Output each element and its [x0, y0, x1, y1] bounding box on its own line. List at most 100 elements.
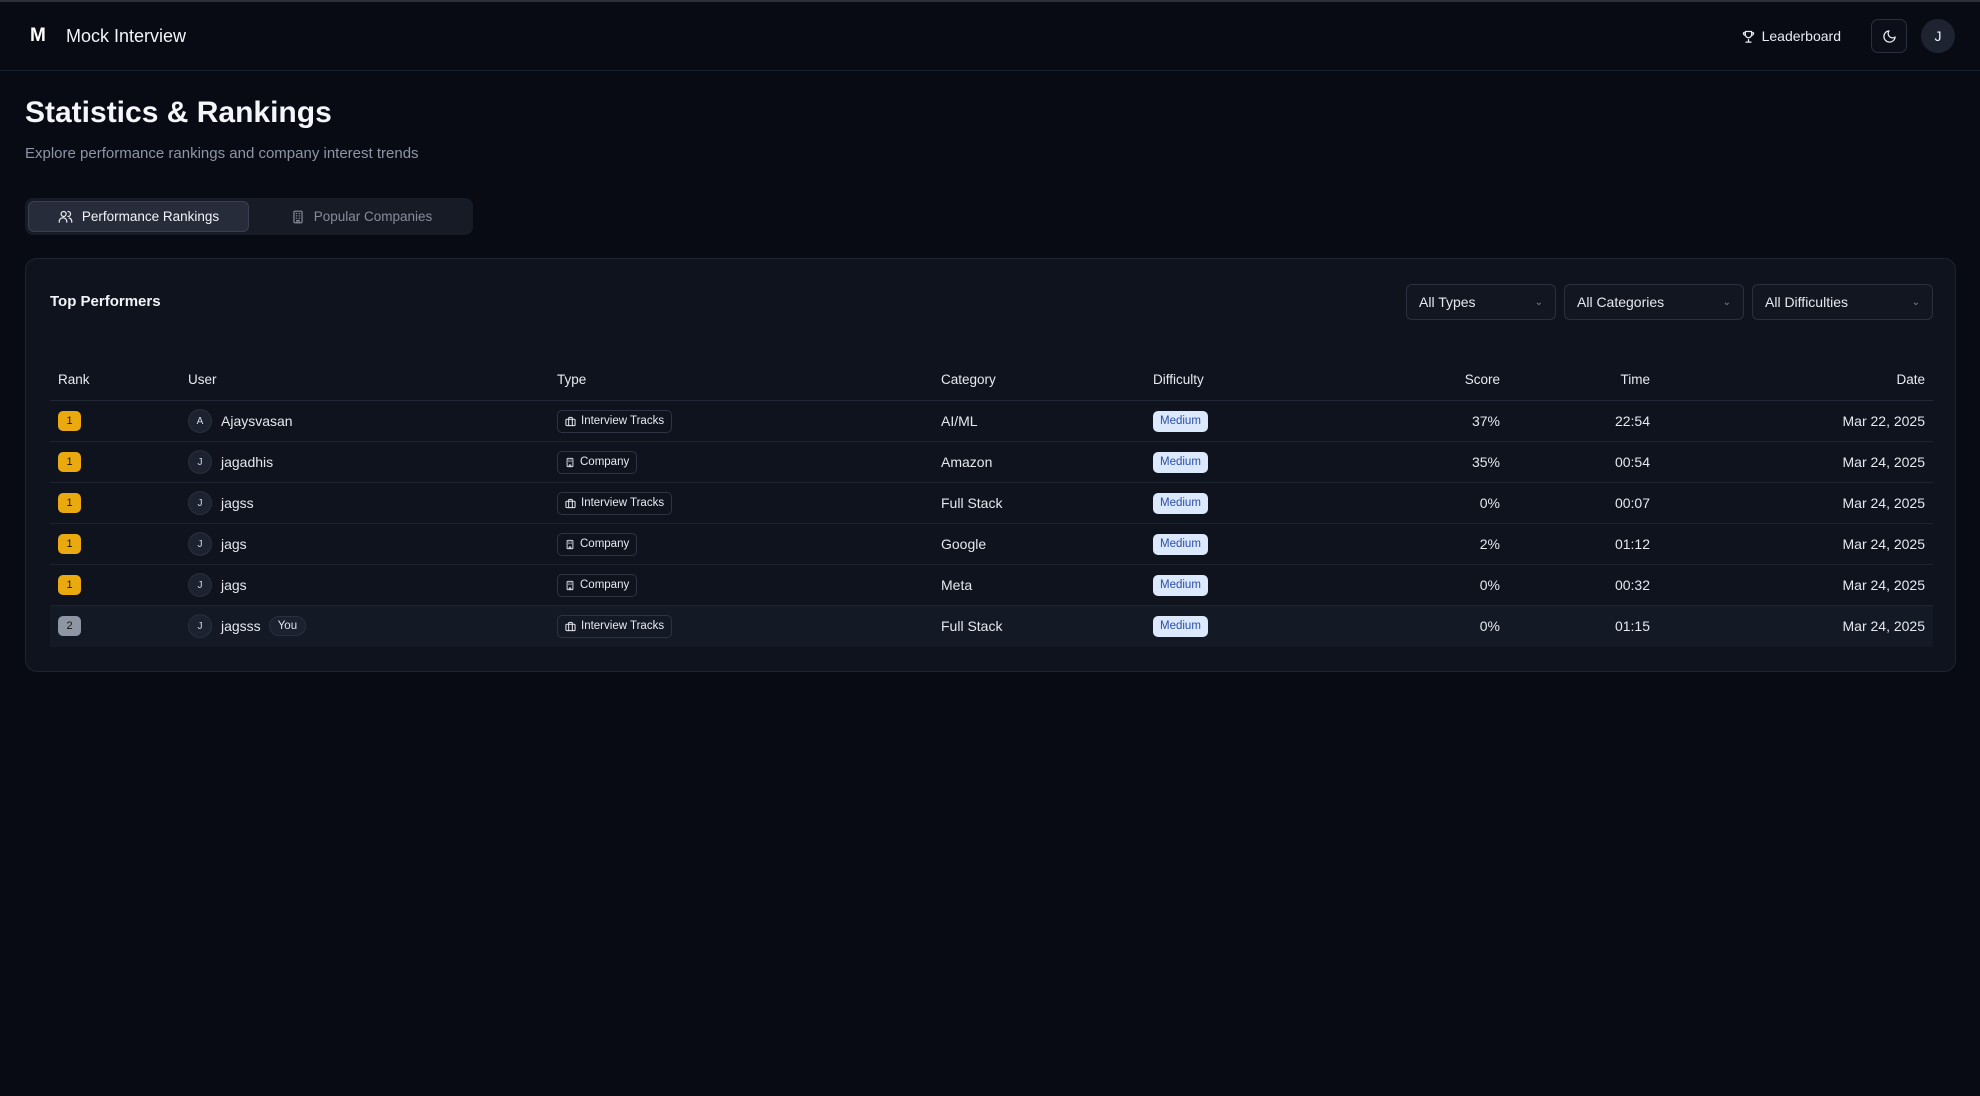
type-badge: Company: [557, 450, 638, 474]
brand[interactable]: M Mock Interview: [30, 25, 186, 47]
user-avatar: J: [188, 614, 212, 638]
column-header-difficulty: Difficulty: [1153, 372, 1204, 387]
brand-logo: M: [30, 25, 46, 46]
briefcase-icon: [565, 416, 576, 426]
date-cell: Mar 24, 2025: [1842, 577, 1926, 593]
type-label: Interview Tracks: [581, 620, 665, 632]
table-header: Rank User Type Category Difficulty Score…: [50, 359, 1933, 401]
table-row: 1 Jjags Company Google Medium 2% 01:12 Mar 24, …: [50, 524, 1933, 565]
score-cell: 0%: [1479, 577, 1500, 593]
category-filter-select[interactable]: All Categories ⌄: [1564, 284, 1744, 320]
type-label: Interview Tracks: [581, 415, 665, 427]
category-filter-value: All Categories: [1577, 294, 1665, 310]
user-name: Ajaysvasan: [221, 413, 293, 429]
type-filter-value: All Types: [1419, 294, 1476, 310]
building-icon: [293, 210, 303, 223]
difficulty-badge: Medium: [1153, 410, 1208, 432]
score-cell: 2%: [1479, 536, 1500, 552]
time-cell: 00:32: [1614, 577, 1650, 593]
type-label: Company: [580, 456, 630, 468]
type-badge: Interview Tracks: [557, 614, 673, 638]
rank-badge: 1: [58, 493, 81, 513]
user-avatar: J: [188, 491, 212, 515]
trophy-icon: [1742, 30, 1754, 43]
user-avatar: J: [188, 450, 212, 474]
user-avatar-button[interactable]: J: [1921, 19, 1955, 53]
difficulty-badge: Medium: [1153, 451, 1208, 473]
user-avatar: A: [188, 409, 212, 433]
theme-toggle-button[interactable]: [1871, 19, 1907, 53]
difficulty-badge: Medium: [1153, 574, 1208, 596]
type-badge: Company: [557, 532, 638, 556]
building-icon: [566, 580, 574, 590]
type-label: Company: [580, 579, 630, 591]
table-row: 1 Jjags Company Meta Medium 0% 00:32 Mar 24, 20…: [50, 565, 1933, 606]
user-avatar: J: [188, 573, 212, 597]
user-name: jagadhis: [221, 454, 274, 470]
leaderboard-label: Leaderboard: [1761, 28, 1841, 44]
type-label: Interview Tracks: [581, 497, 665, 509]
briefcase-icon: [565, 621, 576, 631]
user-name: jags: [221, 536, 247, 552]
you-badge: You: [268, 616, 307, 636]
column-header-date: Date: [1896, 372, 1925, 387]
table-row: 1 Jjagadhis Company Amazon Medium 35% 00:54 Mar…: [50, 442, 1933, 483]
user-avatar: J: [188, 532, 212, 556]
rank-badge: 2: [58, 616, 81, 636]
difficulty-filter-select[interactable]: All Difficulties ⌄: [1752, 284, 1933, 320]
category-cell: AI/ML: [941, 413, 978, 429]
leaderboard-link[interactable]: Leaderboard: [1731, 22, 1851, 50]
time-cell: 00:07: [1614, 495, 1650, 511]
users-icon: [58, 210, 73, 223]
rank-badge: 1: [58, 534, 81, 554]
table-row: 2 Jjagsss You Interview Tracks Full Stack Med…: [50, 606, 1933, 647]
difficulty-badge: Medium: [1153, 492, 1208, 514]
briefcase-icon: [565, 498, 576, 508]
top-nav-bar: M Mock Interview Leaderboard J: [0, 0, 1980, 71]
user-name: jagsss: [221, 618, 261, 634]
table-row: 1 Jjagss Interview Tracks Full Stack Medium 0…: [50, 483, 1933, 524]
type-badge: Interview Tracks: [557, 491, 673, 515]
date-cell: Mar 24, 2025: [1842, 454, 1926, 470]
difficulty-filter-value: All Difficulties: [1765, 294, 1848, 310]
difficulty-badge: Medium: [1153, 533, 1208, 555]
category-cell: Full Stack: [941, 618, 1003, 634]
tab-popular-companies[interactable]: Popular Companies: [253, 201, 470, 232]
tab-performance-rankings[interactable]: Performance Rankings: [28, 201, 249, 232]
category-cell: Google: [941, 536, 987, 552]
time-cell: 22:54: [1614, 413, 1650, 429]
date-cell: Mar 24, 2025: [1842, 536, 1926, 552]
page-title: Statistics & Rankings: [25, 96, 332, 129]
building-icon: [566, 457, 574, 467]
page-subtitle: Explore performance rankings and company…: [25, 145, 419, 162]
rank-badge: 1: [58, 411, 81, 431]
building-icon: [566, 539, 574, 549]
moon-icon: [1882, 29, 1896, 43]
app-title: Mock Interview: [66, 25, 187, 46]
time-cell: 01:15: [1614, 618, 1650, 634]
date-cell: Mar 24, 2025: [1842, 618, 1926, 634]
score-cell: 37%: [1471, 413, 1500, 429]
chevron-down-icon: ⌄: [1911, 296, 1920, 308]
date-cell: Mar 22, 2025: [1842, 413, 1926, 429]
type-badge: Interview Tracks: [557, 409, 673, 433]
stats-tabs: Performance Rankings Popular Companies: [25, 198, 473, 235]
score-cell: 35%: [1471, 454, 1500, 470]
type-filter-select[interactable]: All Types ⌄: [1406, 284, 1556, 320]
column-header-time: Time: [1620, 372, 1651, 387]
tab-label: Popular Companies: [313, 209, 433, 224]
type-badge: Company: [557, 573, 638, 597]
table-row: 1 A Ajaysvasan Interview Tracks AI/ML Medium 3…: [50, 401, 1933, 442]
user-name: jagss: [221, 495, 254, 511]
user-name: jags: [221, 577, 247, 593]
time-cell: 01:12: [1614, 536, 1650, 552]
top-performers-card: Top Performers All Types ⌄ All Categorie…: [25, 258, 1956, 672]
score-cell: 0%: [1479, 618, 1500, 634]
column-header-category: Category: [941, 372, 996, 387]
category-cell: Meta: [941, 577, 973, 593]
chevron-down-icon: ⌄: [1722, 296, 1731, 308]
category-cell: Full Stack: [941, 495, 1003, 511]
chevron-down-icon: ⌄: [1534, 296, 1543, 308]
difficulty-badge: Medium: [1153, 615, 1208, 637]
rank-badge: 1: [58, 452, 81, 472]
